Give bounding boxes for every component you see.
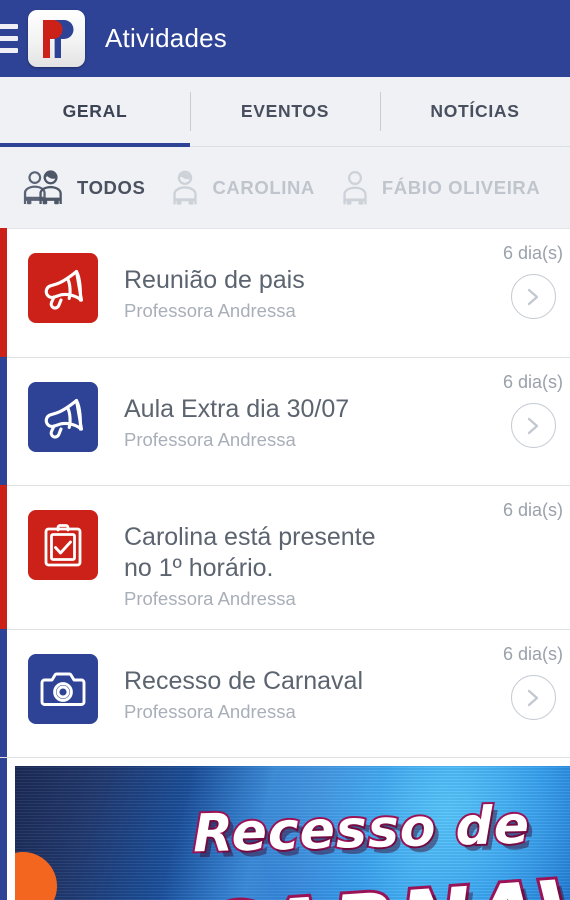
tab-noticias[interactable]: NOTÍCIAS — [380, 77, 570, 146]
row-accent-bar — [0, 629, 7, 758]
male-person-icon — [337, 168, 373, 208]
action-bar: Atividades — [0, 0, 570, 77]
row-accent-bar — [0, 758, 7, 900]
tab-label: GERAL — [62, 101, 128, 121]
row-meta: 6 dia(s) — [474, 644, 570, 720]
filter-chip-label: FÁBIO OLIVEIRA — [381, 176, 541, 198]
activity-list-item[interactable]: Reunião de pais Professora Andressa 6 di… — [0, 228, 570, 358]
row-accent-bar — [0, 228, 7, 358]
row-meta: 6 dia(s) — [474, 500, 570, 576]
banner-line-2: CARNAVAL — [191, 849, 570, 900]
hamburger-bar — [0, 36, 18, 41]
activity-banner-item[interactable]: Recesso de CARNAVAL — [0, 757, 570, 900]
banner-text: Recesso de CARNAVAL — [15, 766, 570, 900]
filter-chip-carolina[interactable]: CAROLINA — [167, 168, 314, 208]
activity-age: 6 dia(s) — [502, 243, 564, 263]
hamburger-bar — [0, 24, 18, 29]
row-accent-bar — [0, 357, 7, 486]
carnaval-banner-image[interactable]: Recesso de CARNAVAL — [15, 766, 570, 900]
hamburger-menu-icon[interactable] — [0, 0, 20, 77]
tab-bar: GERAL EVENTOS NOTÍCIAS — [0, 77, 570, 147]
tab-label: EVENTOS — [240, 101, 330, 121]
activity-author: Professora Andressa — [124, 588, 296, 609]
banner-line-1: Recesso de — [190, 794, 532, 867]
app-logo-icon[interactable] — [28, 10, 85, 67]
row-meta: 6 dia(s) — [474, 243, 570, 319]
hamburger-bar — [0, 48, 18, 53]
app-root: Atividades GERAL EVENTOS NOTÍCIAS TODOS … — [0, 0, 570, 900]
filter-chip-label: TODOS — [77, 176, 146, 198]
chevron-right-icon[interactable] — [510, 274, 556, 319]
activity-age: 6 dia(s) — [502, 644, 564, 664]
chevron-right-icon[interactable] — [510, 675, 556, 720]
activity-list: Reunião de pais Professora Andressa 6 di… — [0, 228, 570, 900]
tab-geral[interactable]: GERAL — [0, 77, 190, 147]
clipboard-check-icon — [28, 510, 98, 580]
female-person-icon — [167, 168, 203, 208]
tab-active-indicator — [0, 143, 190, 147]
page-title: Atividades — [105, 23, 227, 53]
filter-chip-todos[interactable]: TODOS — [22, 168, 145, 208]
row-meta: 6 dia(s) — [474, 372, 570, 448]
activity-age: 6 dia(s) — [502, 500, 564, 520]
megaphone-icon — [28, 253, 98, 323]
chevron-right-icon[interactable] — [510, 403, 556, 448]
activity-list-item[interactable]: Recesso de Carnaval Professora Andressa … — [0, 629, 570, 758]
row-accent-bar — [0, 485, 7, 630]
activity-list-item[interactable]: Carolina está presente no 1º horário. Pr… — [0, 485, 570, 630]
two-people-icon — [22, 168, 68, 208]
megaphone-icon — [28, 382, 98, 452]
banner-decoration-circle — [15, 852, 57, 900]
filter-chip-label: CAROLINA — [212, 176, 315, 198]
camera-icon — [28, 654, 98, 724]
tab-label: NOTÍCIAS — [430, 101, 520, 121]
filter-chip-fabio-oliveira[interactable]: FÁBIO OLIVEIRA — [337, 168, 540, 208]
activity-list-item[interactable]: Aula Extra dia 30/07 Professora Andressa… — [0, 357, 570, 486]
tab-eventos[interactable]: EVENTOS — [190, 77, 380, 146]
activity-age: 6 dia(s) — [502, 372, 564, 392]
student-filter-bar: TODOS CAROLINA FÁBIO OLIVEIRA — [0, 147, 570, 229]
